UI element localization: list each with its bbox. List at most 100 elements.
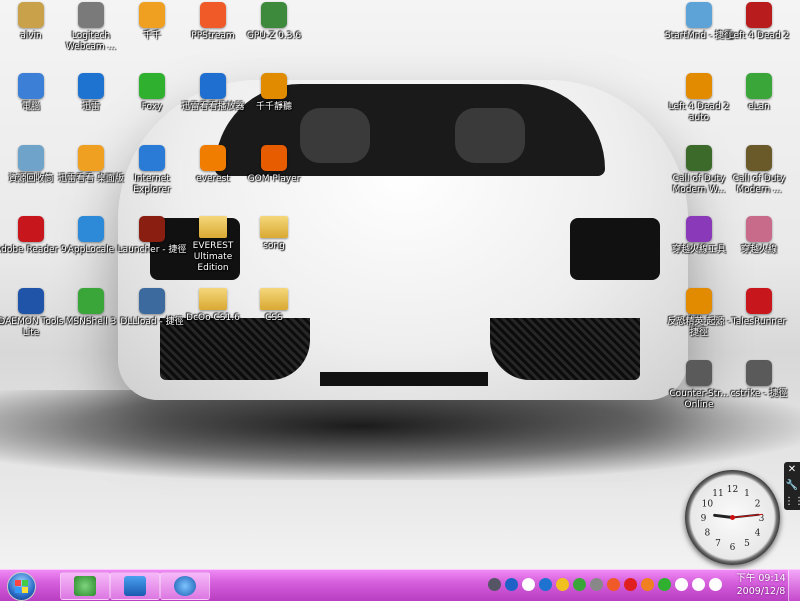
desktop-icon[interactable]: song — [238, 216, 310, 252]
clock-numeral: 7 — [715, 539, 721, 549]
music-player-icon — [139, 2, 165, 28]
windows-logo-icon — [7, 572, 36, 601]
clock-numeral: 3 — [759, 514, 765, 524]
flag-icon[interactable] — [709, 578, 722, 591]
desktop-icon-label: GPU-Z 0.3.6 — [246, 31, 302, 41]
clock-numeral: 11 — [712, 489, 723, 499]
taskbar-clock[interactable]: 下午 09:14 2009/12/8 — [728, 572, 794, 598]
thunder-icon — [78, 73, 104, 99]
desktop-icon-label: CSS — [265, 313, 283, 323]
alien-tray-icon[interactable] — [573, 578, 586, 591]
foxy-icon — [139, 73, 165, 99]
desktop-icon[interactable]: CSS — [238, 288, 310, 324]
counter-strike-icon — [686, 360, 712, 386]
gadget-options-icon[interactable]: 🔧 — [784, 478, 800, 494]
volume-icon[interactable] — [675, 578, 688, 591]
taskbar-thunder-button[interactable] — [110, 572, 160, 600]
show-desktop-button[interactable] — [788, 570, 800, 601]
tool-tray-icon[interactable] — [590, 578, 603, 591]
desktop-icon[interactable]: Left 4 Dead 2 — [723, 2, 795, 42]
clock-numeral: 2 — [755, 500, 761, 510]
desktop-icon[interactable]: Call of Duty Modern ... — [723, 145, 795, 196]
ie-icon — [174, 576, 196, 596]
gpu-z-icon — [261, 2, 287, 28]
taskbar-time: 下午 09:14 — [736, 573, 786, 584]
msn-icon — [74, 576, 96, 596]
talesrunner-icon — [746, 288, 772, 314]
everest-icon — [200, 145, 226, 171]
car-seat-left — [300, 108, 370, 163]
pp-tray-icon[interactable] — [641, 578, 654, 591]
cod-mw-icon — [686, 145, 712, 171]
computer-icon — [18, 73, 44, 99]
gom-player-icon — [261, 145, 287, 171]
folder-icon — [260, 288, 288, 310]
clock-numeral: 4 — [755, 529, 761, 539]
clock-numeral: 6 — [730, 543, 736, 553]
clock-face-icon: 1234567891011 12 — [701, 485, 765, 553]
gadget-close-icon[interactable]: ✕ — [784, 462, 800, 478]
desktop-icon-label: eLan — [748, 102, 770, 112]
smiley-tray-icon[interactable] — [556, 578, 569, 591]
disc-tray-icon[interactable] — [607, 578, 620, 591]
clock-numeral: 9 — [701, 514, 707, 524]
clock-numeral: 1 — [744, 489, 750, 499]
desktop-icon[interactable]: cstrike - 捷徑 — [723, 360, 795, 400]
ttplayer-icon — [261, 73, 287, 99]
desktop-icon[interactable]: GOM Player — [238, 145, 310, 185]
gadget-drag-icon[interactable]: ⋮⋮ — [784, 494, 800, 510]
taskbar: 下午 09:14 2009/12/8 — [0, 569, 800, 601]
desktop-icon-label: 穿越火線 — [740, 245, 777, 255]
adobe-reader-icon — [18, 216, 44, 242]
clock-center-dot — [730, 515, 735, 520]
desktop-icon[interactable]: eLan — [723, 73, 795, 113]
thunder-icon — [124, 576, 146, 596]
desktop-icon-label: GOM Player — [247, 174, 301, 184]
daemon-tools-icon — [18, 288, 44, 314]
car-seat-right — [455, 108, 525, 163]
gadget-controls: ✕ 🔧 ⋮⋮ — [784, 462, 800, 510]
cstrike-icon — [746, 360, 772, 386]
foxy-tray-icon[interactable] — [658, 578, 671, 591]
desktop-icon-label: Call of Duty Modern ... — [732, 174, 786, 195]
taskbar-msn-button[interactable] — [60, 572, 110, 600]
game-avatar-icon — [746, 216, 772, 242]
folder-icon — [260, 216, 288, 238]
desktop-icon[interactable]: 千千靜聽 — [238, 73, 310, 113]
desktop-icon[interactable]: GPU-Z 0.3.6 — [238, 2, 310, 42]
desktop: alvin Logitech Webcam ... 千千 PPStream GPU-Z … — [0, 0, 800, 569]
clock-numeral: 10 — [702, 500, 714, 510]
desktop-icon[interactable]: 穿越火線 — [723, 216, 795, 256]
xunlei-kankan-icon — [78, 145, 104, 171]
car-headlight-right — [570, 218, 660, 280]
folder-icon — [199, 216, 227, 238]
clock-gadget[interactable]: 1 2 3 4 5 6 7 8 9 10 11 12 — [685, 470, 780, 565]
startmnd-icon — [686, 2, 712, 28]
dllload-icon — [139, 288, 165, 314]
ppstream-icon — [200, 2, 226, 28]
half-life-icon — [686, 288, 712, 314]
help-icon[interactable] — [505, 578, 518, 591]
cod-mw2-icon — [746, 145, 772, 171]
game-tool-icon — [686, 216, 712, 242]
car-lower-grille — [320, 372, 488, 386]
keyboard-icon[interactable] — [488, 578, 501, 591]
ie-icon — [139, 145, 165, 171]
half-life-icon — [686, 73, 712, 99]
desktop-icon-label: TalesRunner — [731, 317, 787, 327]
chevron-icon[interactable] — [522, 578, 535, 591]
taskbar-ie-button[interactable] — [160, 572, 210, 600]
clock-numeral: 8 — [705, 529, 711, 539]
desktop-icon-label: song — [263, 241, 285, 251]
applocale-icon — [78, 216, 104, 242]
car-intake-right — [490, 318, 640, 380]
desktop-icon-label: 千千靜聽 — [255, 102, 292, 112]
folder-icon — [199, 288, 227, 310]
desktop-icon-label: cstrike - 捷徑 — [730, 389, 788, 399]
desktop-icon[interactable]: TalesRunner — [723, 288, 795, 328]
desktop-icon-label: Left 4 Dead 2 — [728, 31, 790, 41]
record-tray-icon[interactable] — [624, 578, 637, 591]
network-icon[interactable] — [692, 578, 705, 591]
start-button[interactable] — [2, 571, 40, 601]
thunder-tray-icon[interactable] — [539, 578, 552, 591]
